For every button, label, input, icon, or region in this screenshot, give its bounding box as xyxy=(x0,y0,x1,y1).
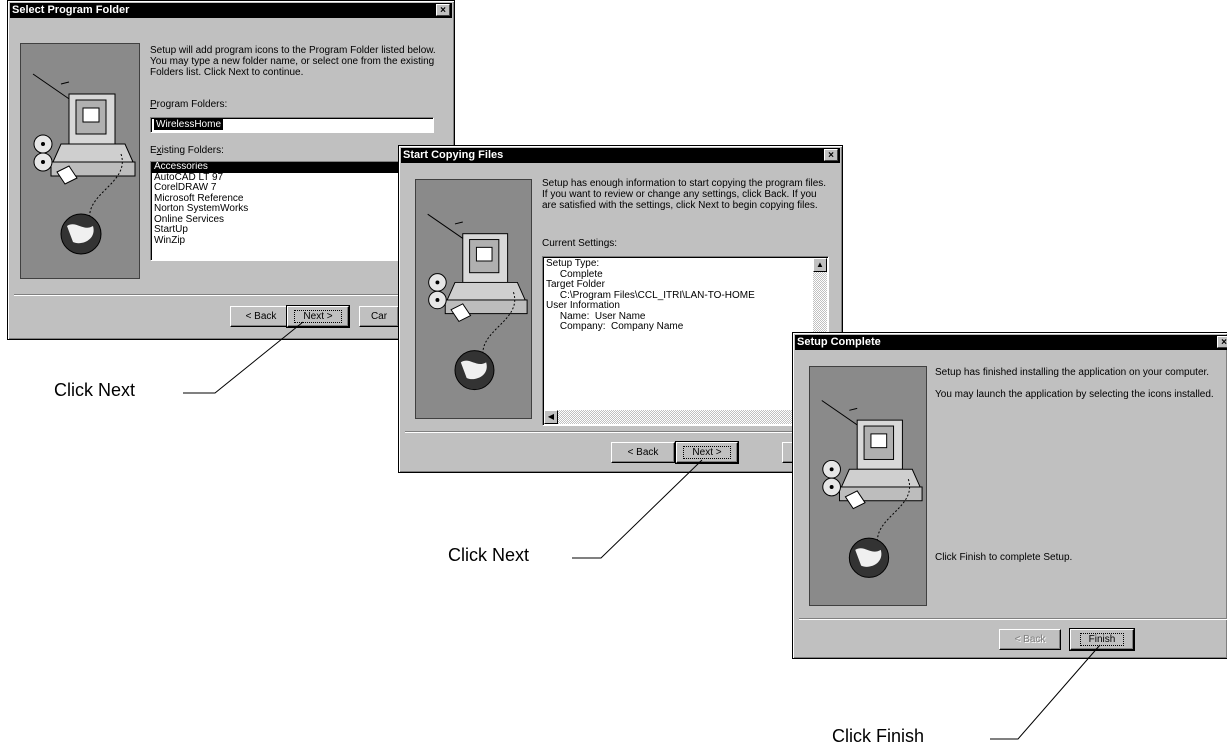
launch-text: You may launch the application by select… xyxy=(935,389,1214,400)
scroll-up-icon[interactable]: ▲ xyxy=(813,258,827,272)
callout-click-next-1: Click Next xyxy=(54,380,136,400)
setup-artwork xyxy=(415,179,532,419)
finish-button[interactable]: Finish xyxy=(1069,628,1135,651)
leader-line-next-2 xyxy=(572,459,703,559)
existing-folders-label: Existing Folders: xyxy=(150,145,224,156)
divider xyxy=(14,294,450,296)
program-folder-input[interactable]: WirelessHome xyxy=(150,117,434,133)
divider xyxy=(799,618,1227,620)
dialog-title: Start Copying Files xyxy=(403,149,504,161)
intro-text: Setup has enough information to start co… xyxy=(542,178,827,211)
next-button[interactable]: Next > xyxy=(286,305,350,328)
program-folders-label: Program Folders: xyxy=(150,99,227,110)
setup-artwork xyxy=(20,43,140,279)
close-button[interactable]: × xyxy=(436,4,450,16)
close-button[interactable]: × xyxy=(824,149,838,161)
settings-line: Setup Type: xyxy=(546,258,600,269)
finished-text: Setup has finished installing the applic… xyxy=(935,367,1210,378)
settings-line: Target Folder xyxy=(546,279,605,290)
computer-globe-illustration xyxy=(427,213,528,391)
program-folder-value: WirelessHome xyxy=(154,119,224,130)
close-button[interactable]: × xyxy=(1217,336,1227,348)
setup-artwork xyxy=(809,366,927,606)
intro-text: Setup will add program icons to the Prog… xyxy=(150,45,436,78)
current-settings-label: Current Settings: xyxy=(542,238,618,249)
select-program-folder-dialog: Select Program Folder × Setup will add p… xyxy=(7,0,455,340)
dialog-titlebar: Select Program Folder × xyxy=(10,3,452,18)
current-settings-box[interactable]: Setup Type: Complete Target Folder C:\Pr… xyxy=(542,256,829,426)
settings-line: User Information xyxy=(546,300,620,311)
divider xyxy=(405,431,838,433)
dialog-titlebar: Setup Complete × xyxy=(795,335,1227,350)
settings-text: Setup Type: Complete Target Folder C:\Pr… xyxy=(543,257,828,333)
label-mnemonic: P xyxy=(150,99,157,110)
label-text: isting Folders: xyxy=(161,145,224,156)
back-button[interactable]: < Back xyxy=(230,306,292,327)
dialog-title: Setup Complete xyxy=(797,336,881,348)
settings-line: Company: Company Name xyxy=(546,321,684,332)
label-text: E xyxy=(150,145,157,156)
cancel-button[interactable]: Car xyxy=(359,306,399,327)
finish-button-label: Finish xyxy=(1079,633,1125,646)
next-button-label: Next > xyxy=(683,446,731,459)
computer-globe-illustration xyxy=(821,400,923,578)
callout-click-finish: Click Finish xyxy=(832,726,925,746)
next-button[interactable]: Next > xyxy=(675,441,739,464)
horizontal-scrollbar[interactable]: ◀ xyxy=(544,410,813,424)
computer-globe-illustration xyxy=(32,73,136,255)
dialog-title: Select Program Folder xyxy=(12,4,130,16)
label-text: rogram Folders: xyxy=(156,99,228,110)
leader-line-finish xyxy=(990,644,1101,740)
callout-click-next-2: Click Next xyxy=(448,545,530,565)
finish-instruction-text: Click Finish to complete Setup. xyxy=(935,552,1073,563)
scroll-left-icon[interactable]: ◀ xyxy=(544,410,558,424)
back-button[interactable]: < Back xyxy=(611,442,675,463)
setup-complete-dialog: Setup Complete × Setup has finished inst… xyxy=(792,332,1227,659)
next-button-label: Next > xyxy=(294,310,342,323)
start-copying-files-dialog: Start Copying Files × Setup has enough i… xyxy=(398,145,843,473)
back-button[interactable]: < Back xyxy=(999,629,1061,650)
dialog-titlebar: Start Copying Files × xyxy=(401,148,840,163)
